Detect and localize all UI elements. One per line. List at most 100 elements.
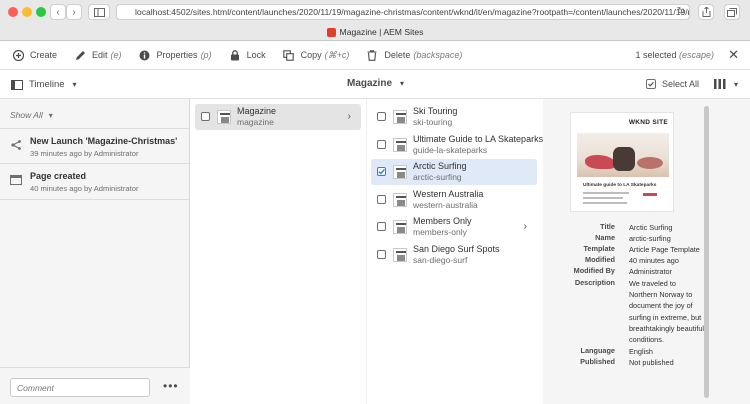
preview-hero-image xyxy=(577,133,669,177)
preview-panel: WKND SITE Ultimate guide to LA Skatepark… xyxy=(543,99,750,404)
copy-icon xyxy=(283,49,295,61)
item-title: Ultimate Guide to LA Skateparks xyxy=(413,134,544,144)
lock-icon xyxy=(229,49,241,61)
lock-button[interactable]: Lock xyxy=(229,49,266,61)
active-tab[interactable]: Magazine | AEM Sites xyxy=(0,24,750,40)
tabs-overview-button[interactable] xyxy=(724,4,740,20)
property-value: Article Page Template xyxy=(629,245,700,254)
sidebar-icon xyxy=(93,7,105,17)
column-item-magazine[interactable]: Magazine magazine › xyxy=(195,104,361,130)
sidebar-toggle-button[interactable] xyxy=(88,4,110,20)
column-item-arctic-surfing[interactable]: Arctic Surfing arctic-surfing xyxy=(371,159,537,185)
chevron-down-icon: ▾ xyxy=(48,110,53,120)
forward-button[interactable]: › xyxy=(66,4,82,20)
edit-shortcut: (e) xyxy=(110,50,122,60)
item-name: members-only xyxy=(413,227,467,237)
create-button[interactable]: Create xyxy=(12,49,57,61)
page-title[interactable]: Magazine ▾ xyxy=(347,78,404,89)
item-checkbox[interactable] xyxy=(201,112,210,121)
property-value: Not published xyxy=(629,358,674,367)
properties-label: Properties xyxy=(156,50,198,60)
item-checkbox[interactable] xyxy=(377,250,386,259)
item-checkbox[interactable] xyxy=(377,112,386,121)
preview-text-line xyxy=(583,202,627,204)
column-item-members-only[interactable]: Members Only members-only › xyxy=(371,214,537,240)
page-thumbnail xyxy=(393,220,407,234)
edit-label: Edit xyxy=(92,50,108,60)
property-value: English xyxy=(629,347,653,356)
chevron-down-icon: ▾ xyxy=(734,79,739,89)
item-checkbox[interactable] xyxy=(377,195,386,204)
chevron-right-icon: › xyxy=(347,111,351,122)
page-thumbnail xyxy=(393,110,407,124)
item-checkbox[interactable] xyxy=(377,140,386,149)
chevron-down-icon: ▾ xyxy=(72,80,77,89)
timeline-rail: Show All ▾ New Launch 'Magazine-Christma… xyxy=(0,99,190,404)
preview-scrollbar[interactable] xyxy=(704,106,709,398)
property-key: Name xyxy=(595,233,615,242)
preview-accent xyxy=(643,193,657,196)
comment-input[interactable] xyxy=(10,378,150,397)
item-name: western-australia xyxy=(413,200,478,210)
select-all-checkbox-icon xyxy=(646,79,656,89)
select-all-button[interactable]: Select All xyxy=(646,79,699,89)
timeline-event[interactable]: Page created 40 minutes ago by Administr… xyxy=(10,171,185,199)
copy-button[interactable]: Copy (⌘+c) xyxy=(283,49,350,61)
preview-logo: WKND SITE xyxy=(628,119,668,126)
column-item-guide-la-skateparks[interactable]: Ultimate Guide to LA Skateparks guide-la… xyxy=(371,132,543,158)
event-title: New Launch 'Magazine-Christmas' xyxy=(30,136,178,146)
property-key: Description xyxy=(574,278,615,287)
action-bar: Create Edit (e) Properties (p) Lock Copy… xyxy=(0,41,750,70)
page-thumbnail xyxy=(393,248,407,262)
item-checkbox-checked[interactable] xyxy=(377,167,386,176)
preview-caption: Ultimate guide to LA Skateparks xyxy=(583,183,657,188)
edit-button[interactable]: Edit (e) xyxy=(74,49,122,61)
selection-count: 1 selected (escape) xyxy=(635,50,714,60)
chevron-left-icon: ‹ xyxy=(56,6,60,18)
tab-title-text: Magazine | AEM Sites xyxy=(339,27,424,37)
aem-favicon-icon xyxy=(326,27,336,37)
item-title: Western Australia xyxy=(413,189,484,199)
column-item-western-australia[interactable]: Western Australia western-australia xyxy=(371,187,537,213)
item-checkbox[interactable] xyxy=(377,222,386,231)
rail-selector[interactable]: Timeline ▾ xyxy=(11,79,77,90)
timeline-filter[interactable]: Show All ▾ xyxy=(10,110,53,120)
page-icon xyxy=(10,174,22,186)
preview-text-line xyxy=(583,197,623,199)
column-view-column-2: Ski Touring ski-touring Ultimate Guide t… xyxy=(367,99,543,404)
property-key: Published xyxy=(580,357,615,366)
zoom-window-button[interactable] xyxy=(36,7,46,17)
reload-icon[interactable]: ↻ xyxy=(677,5,685,19)
trash-icon xyxy=(366,49,378,61)
delete-button[interactable]: Delete (backspace) xyxy=(366,49,462,61)
view-switcher[interactable]: ▾ xyxy=(714,79,738,89)
item-title: Ski Touring xyxy=(413,106,458,116)
lock-label: Lock xyxy=(246,50,266,60)
divider xyxy=(0,199,190,200)
page-thumbnail xyxy=(393,193,407,207)
create-label: Create xyxy=(30,50,58,60)
column-item-ski-touring[interactable]: Ski Touring ski-touring xyxy=(371,104,537,130)
info-icon xyxy=(139,49,151,61)
share-button[interactable] xyxy=(698,4,714,20)
page-thumbnail xyxy=(393,138,407,152)
item-title: San Diego Surf Spots xyxy=(413,244,500,254)
page-title-text: Magazine xyxy=(347,78,393,89)
property-value: We traveled to Northern Norway to docume… xyxy=(629,279,705,345)
properties-button[interactable]: Properties (p) xyxy=(139,49,212,61)
close-window-button[interactable] xyxy=(8,7,18,17)
back-button[interactable]: ‹ xyxy=(50,4,66,20)
property-value: Arctic Surfing xyxy=(629,223,673,232)
copy-shortcut: (⌘+c) xyxy=(324,49,350,60)
item-title: Magazine xyxy=(237,106,277,116)
more-options-button[interactable]: ••• xyxy=(163,379,179,393)
column-item-san-diego-surf[interactable]: San Diego Surf Spots san-diego-surf xyxy=(371,242,537,268)
timeline-event[interactable]: New Launch 'Magazine-Christmas' 39 minut… xyxy=(10,136,185,164)
item-title: Arctic Surfing xyxy=(413,161,467,171)
property-value: arctic-surfing xyxy=(629,234,671,243)
address-bar[interactable]: localhost:4502/sites.html/content/launch… xyxy=(116,4,690,20)
property-key: Title xyxy=(600,222,615,231)
minimize-window-button[interactable] xyxy=(22,7,32,17)
column-view-column-1: Magazine magazine › xyxy=(191,99,367,404)
close-selection-icon[interactable]: ✕ xyxy=(728,47,739,63)
